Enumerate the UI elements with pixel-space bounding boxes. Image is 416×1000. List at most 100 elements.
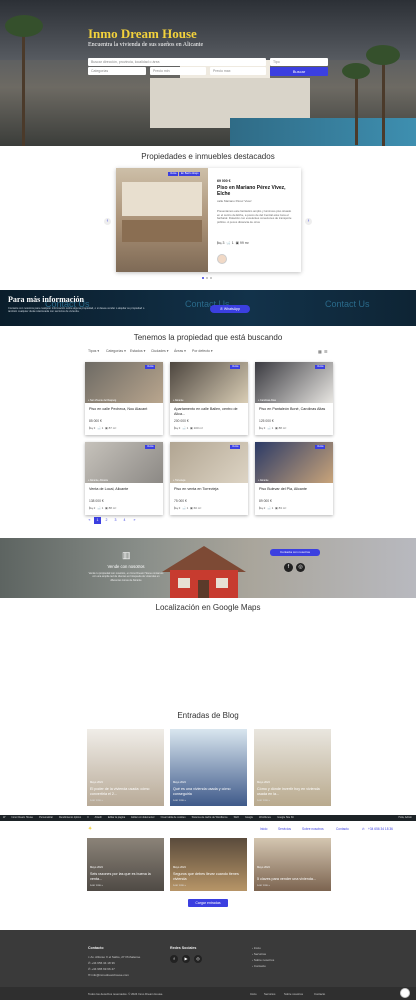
admin-bar-item[interactable]: Sistema de caché de Wordfence [192, 816, 228, 819]
footer-link-servicios[interactable]: › Servicios [252, 952, 266, 956]
agent-avatar[interactable] [217, 254, 227, 264]
property-card[interactable]: Venta ⌖ Alicante, Alicante Venta de Local,… [85, 442, 163, 515]
footer-email[interactable]: ✉ info@inmodreamhouse.com [88, 973, 129, 977]
blog-post-title[interactable]: Seguros que debes llevar cuando tienes v… [173, 872, 243, 881]
bottom-link-inicio[interactable]: Inicio [250, 992, 257, 996]
footer-link-contacto[interactable]: › Contacto [252, 964, 266, 968]
blog-post-card[interactable]: Mayo 2024 Seguros que debes llevar cuando… [170, 838, 247, 891]
instagram-icon[interactable]: ◎ [296, 563, 305, 572]
search-input[interactable]: Buscar dirección, provincia, localidad o… [88, 58, 266, 66]
whatsapp-button[interactable]: ✆ WhatsApp [210, 305, 250, 313]
min-price-input[interactable]: Precio min [150, 67, 206, 75]
filter-categories[interactable]: Categorías ▾ [106, 349, 126, 353]
max-price-input[interactable]: Precio max [210, 67, 266, 75]
blog-post-card[interactable]: Mayo 2024 Seis razones por las que es bue… [87, 838, 164, 891]
filter-areas[interactable]: Áreas ▾ [174, 349, 186, 353]
admin-bar-item[interactable]: Personalizar [39, 816, 53, 819]
admin-bar-item[interactable]: Editar con Elementor [131, 816, 154, 819]
nav-inicio[interactable]: Inicio [260, 827, 267, 831]
instagram-icon[interactable]: ◎ [194, 955, 202, 963]
admin-bar-item[interactable]: 0 [87, 816, 88, 819]
footer-link-inicio[interactable]: › Inicio [252, 946, 261, 950]
property-title[interactable]: Piso Bulevar del Pla, Alicante [259, 487, 331, 492]
admin-bar-item[interactable]: Añadir [95, 816, 102, 819]
property-title[interactable]: Apartamento en calle Bailen, centro de A… [174, 407, 246, 416]
featured-description: Presentamos este fantástico amplio y lum… [217, 209, 292, 224]
admin-bar-item[interactable]: Google [245, 816, 253, 819]
category-select[interactable]: Categorías [88, 67, 146, 75]
list-view-icon[interactable]: ☰ [324, 349, 328, 354]
admin-bar-item[interactable]: Crear tabla de cookies [161, 816, 186, 819]
blog-read-more-link[interactable]: Leer más » [90, 884, 103, 887]
load-more-posts-button[interactable]: Cargar entradas [188, 899, 228, 907]
facebook-icon[interactable]: f [170, 955, 178, 963]
property-card[interactable]: Venta ⌖ Carolinas Altas Piso en Pantaleón … [255, 362, 333, 435]
property-card[interactable]: Venta ⌖ Alicante Apartamento en calle Bail… [170, 362, 248, 435]
type-select[interactable]: Tipo [270, 58, 328, 66]
nav-sobre-nosotros[interactable]: Sobre nosotros [302, 827, 324, 831]
carousel-dot-3[interactable] [210, 277, 212, 279]
chat-widget-icon[interactable] [400, 988, 410, 998]
blog-post-title[interactable]: Qué es una vivienda usada y cómo consegu… [173, 787, 243, 796]
property-title[interactable]: Piso en calle Pecheca, Nou Alacant [89, 407, 161, 412]
admin-bar-item[interactable]: Inmo Dream House [11, 816, 33, 819]
filter-cities[interactable]: Ciudades ▾ [151, 349, 169, 353]
pagination-page-3[interactable]: 3 [112, 517, 119, 524]
blog-post-title[interactable]: 5 claves para vender una vivienda... [257, 877, 327, 881]
bottom-link-servicios[interactable]: Servicios [264, 992, 275, 996]
pagination-page-1[interactable]: 1 [94, 517, 101, 524]
bottom-link-contacto[interactable]: Contacto [314, 992, 325, 996]
blog-read-more-link[interactable]: Leer más » [257, 884, 270, 887]
admin-bar-item[interactable]: W [3, 816, 5, 819]
pagination-page-4[interactable]: 4 [121, 517, 128, 524]
grid-view-icon[interactable]: ▦ [318, 349, 322, 354]
property-title[interactable]: Piso en Pantaleón Boné, Carolinas Altas [259, 407, 331, 412]
nav-contacto[interactable]: Contacto [336, 827, 349, 831]
carousel-dot-1[interactable] [202, 277, 204, 279]
featured-card[interactable]: Venta En Barrio Abajo 69 000 € Piso en M… [116, 168, 301, 272]
blog-read-more-link[interactable]: Leer más » [90, 799, 103, 802]
blog-post-title[interactable]: Cómo y dónde invertir hoy en vivienda us… [257, 787, 327, 796]
carousel-next-button[interactable]: › [305, 218, 312, 225]
filter-sort[interactable]: Por defecto ▾ [192, 349, 213, 353]
pagination-last[interactable]: » [131, 517, 138, 524]
blog-post-card[interactable]: Mayo 2024 Cómo y dónde invertir hoy en vi… [254, 729, 331, 806]
pagination-page-2[interactable]: 2 [103, 517, 110, 524]
admin-bar-item[interactable]: Google Site Kit [277, 816, 294, 819]
header-logo[interactable]: ✦ [88, 826, 92, 832]
blog-read-more-link[interactable]: Leer más » [173, 884, 186, 887]
footer-link-sobre-nosotros[interactable]: › Sobre nosotros [252, 958, 274, 962]
bottom-link-sobre-nosotros[interactable]: Sobre nosotros [284, 992, 303, 996]
property-card[interactable]: Venta ⌖ San Vicente del Raspeig Piso en ca… [85, 362, 163, 435]
property-title[interactable]: Piso en venta en Torrevieja [174, 487, 246, 492]
admin-bar-item[interactable]: Wordfence [259, 816, 271, 819]
header-phone[interactable]: +34 656 34 18 36 [368, 827, 393, 831]
property-card[interactable]: Venta ⌖ Alicante Piso Bulevar del Pla, Ali… [255, 442, 333, 515]
pagination-first[interactable]: « [86, 517, 93, 524]
carousel-prev-button[interactable]: ‹ [104, 218, 111, 225]
blog-post-title[interactable]: Seis razones por las que es buena la ven… [90, 872, 160, 881]
map-embed[interactable] [0, 617, 416, 705]
featured-property-title[interactable]: Piso en Mariano Pérez Vivez, Elche [217, 185, 297, 197]
youtube-icon[interactable]: ▶ [182, 955, 190, 963]
blog-post-card[interactable]: Mayo 2024 Qué es una vivienda usada y cóm… [170, 729, 247, 806]
filter-types[interactable]: Tipos ▾ [88, 349, 99, 353]
facebook-icon[interactable]: f [284, 563, 293, 572]
blog-post-card[interactable]: Mayo 2024 El poder de la vivienda usada: … [87, 729, 164, 806]
blog-read-more-link[interactable]: Leer más » [173, 799, 186, 802]
contact-us-button[interactable]: Contacta con nosotros [270, 549, 320, 556]
blog-read-more-link[interactable]: Leer más » [257, 799, 270, 802]
blog-post-title[interactable]: El poder de la vivienda usada: cómo conv… [90, 787, 160, 796]
property-card[interactable]: Venta ⌖ Torrevieja Piso en venta en Torrev… [170, 442, 248, 515]
nav-servicios[interactable]: Servicios [278, 827, 291, 831]
carousel-dot-2[interactable] [206, 277, 208, 279]
blog-post-card[interactable]: Mayo 2024 5 claves para vender una vivien… [254, 838, 331, 891]
admin-bar-item[interactable]: Editar la página [108, 816, 125, 819]
property-title[interactable]: Venta de Local, Alicante [89, 487, 161, 492]
footer-phone-1[interactable]: ✆ +34 656 34 18 36 [88, 961, 115, 965]
admin-bar-item[interactable]: Rendimiento óptimo [59, 816, 81, 819]
admin-bar-item[interactable]: SEO [234, 816, 239, 819]
footer-phone-2[interactable]: ✆ +34 965 69 66 47 [88, 967, 115, 971]
filter-states[interactable]: Estados ▾ [130, 349, 145, 353]
search-button[interactable]: Buscar [270, 67, 328, 76]
